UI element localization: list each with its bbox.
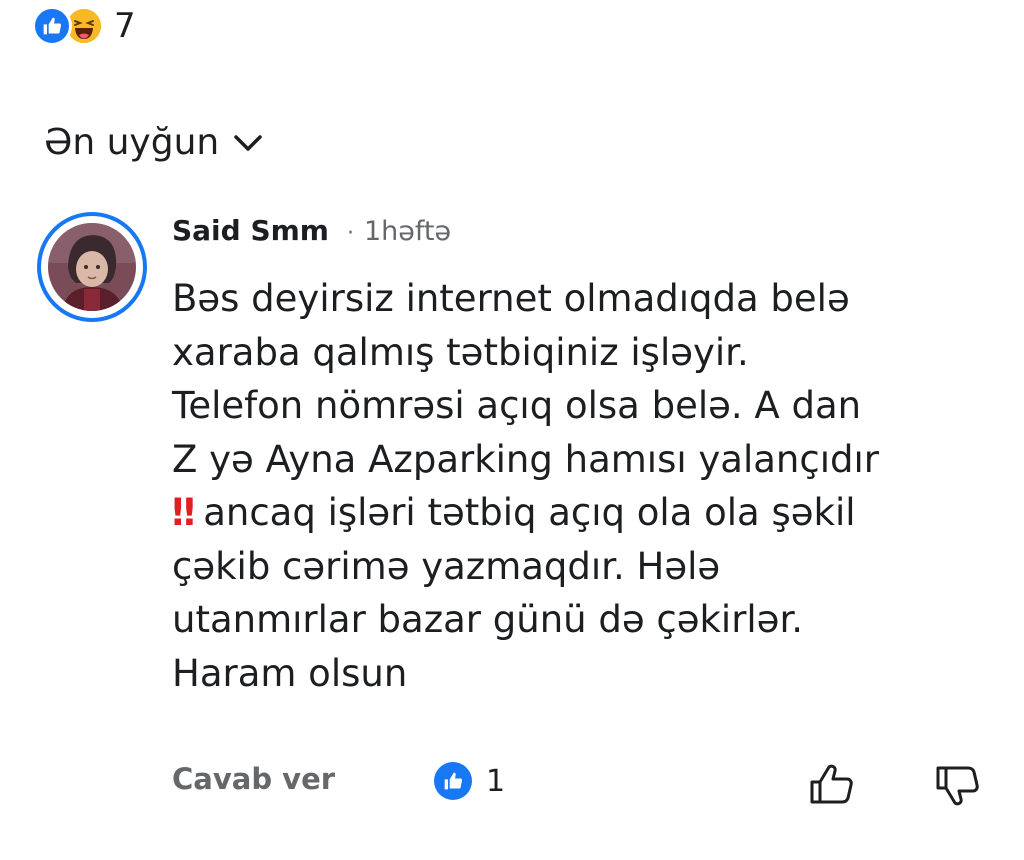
timestamp[interactable]: 1həftə — [364, 216, 451, 247]
sort-label: Ən uyğun — [44, 122, 220, 163]
reaction-count: 7 — [114, 6, 136, 46]
comment-text-part-1: Bəs deyirsiz internet olmadıqda belə xar… — [172, 277, 879, 481]
reply-button[interactable]: Cavab ver — [172, 762, 335, 796]
like-reaction-icon — [32, 6, 72, 46]
like-count: 1 — [486, 763, 506, 799]
like-summary[interactable]: 1 — [434, 762, 505, 800]
author-name[interactable]: Said Smm — [172, 214, 329, 247]
comment-actions: Cavab ver 1 — [172, 758, 992, 808]
avatar[interactable] — [37, 212, 147, 322]
thumbs-up-button[interactable] — [808, 762, 854, 810]
avatar-image — [48, 223, 136, 311]
separator-dot: · — [346, 221, 354, 246]
like-badge-icon — [434, 762, 472, 800]
comment-text-part-2: ancaq işləri tətbiq açıq ola ola şəkil ç… — [172, 491, 856, 695]
thumbs-up-icon — [810, 764, 853, 804]
double-exclamation-emoji: ‼ — [172, 491, 195, 534]
comment-body: Bəs deyirsiz internet olmadıqda belə xar… — [172, 272, 1002, 700]
chevron-down-icon — [234, 134, 262, 151]
thumbs-down-icon — [936, 766, 979, 806]
comment-header: Said Smm · 1həftə — [172, 214, 451, 247]
sort-dropdown[interactable]: Ən uyğun — [44, 122, 263, 163]
thumbs-down-button[interactable] — [934, 764, 980, 812]
reaction-summary[interactable]: 7 — [32, 4, 136, 48]
